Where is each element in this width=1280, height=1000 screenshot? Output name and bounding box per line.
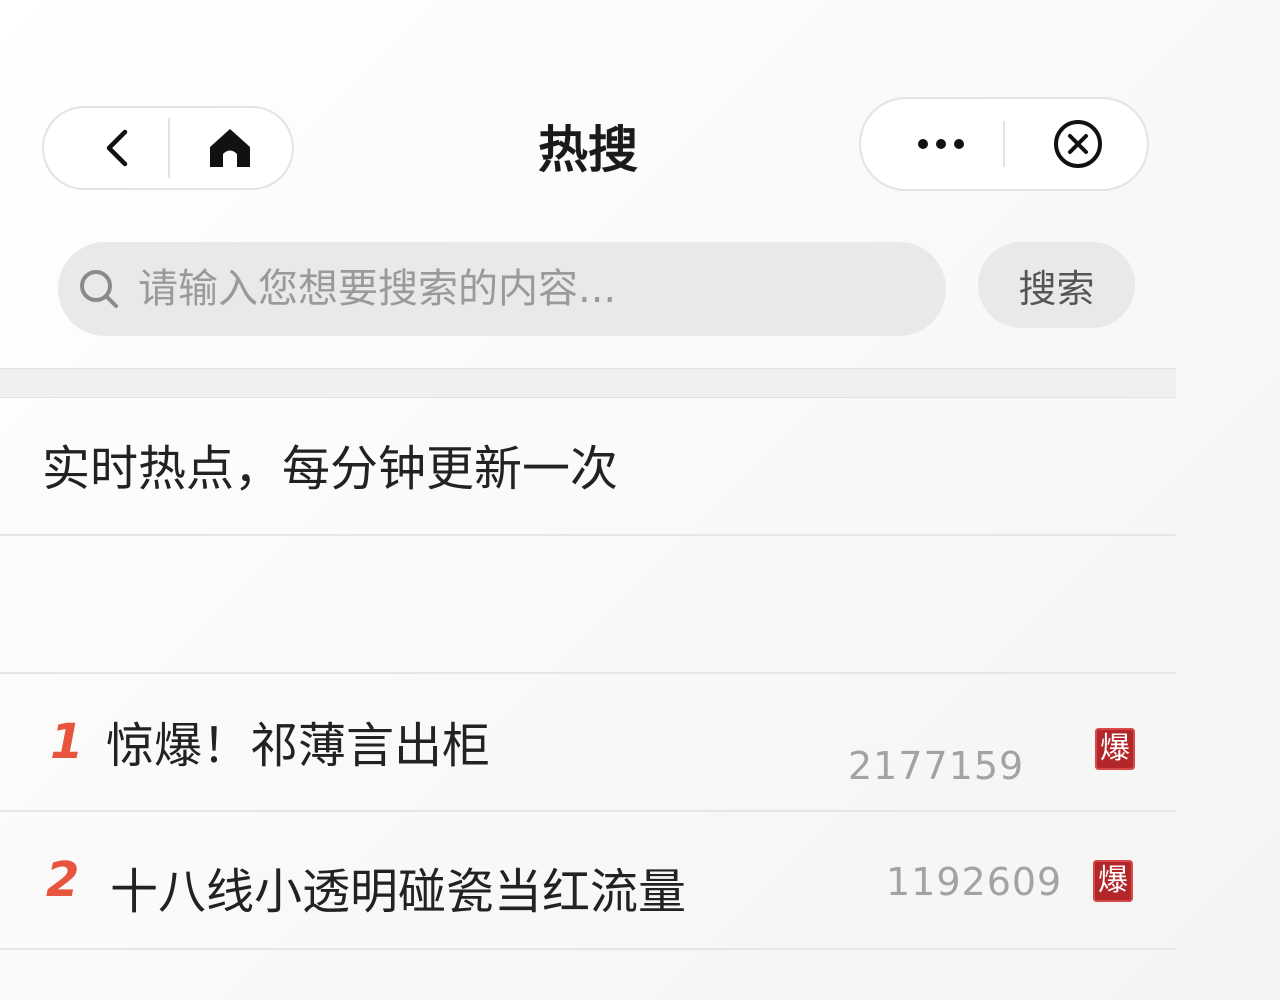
hot-item-title: 惊爆！祁薄言出柜 — [106, 718, 491, 774]
nav-left-capsule — [42, 106, 294, 190]
hot-badge: 爆 — [1093, 860, 1133, 902]
search-icon — [80, 270, 118, 308]
rank-number: 2 — [46, 852, 80, 908]
search-button[interactable]: 搜索 — [978, 242, 1135, 328]
hot-item-count: 1192609 — [886, 860, 1063, 904]
page-title: 热搜 — [538, 121, 638, 179]
hot-search-page: 热搜 搜索 实时热点，每分钟更新一次 — [0, 0, 1280, 1000]
capsule-divider — [168, 118, 170, 178]
hot-list-item[interactable]: 2 十八线小透明碰瓷当红流量 1192609 爆 — [0, 812, 1176, 948]
hot-item-title: 十八线小透明碰瓷当红流量 — [110, 864, 687, 920]
close-circle-icon — [1054, 120, 1102, 168]
hot-item-count: 2177159 — [848, 744, 1025, 788]
hot-list-item[interactable]: 1 惊爆！祁薄言出柜 2177159 爆 — [0, 674, 1176, 810]
rank-number: 1 — [50, 714, 84, 770]
divider — [0, 534, 1176, 536]
more-button[interactable] — [881, 99, 1001, 189]
hot-badge: 爆 — [1095, 728, 1135, 770]
divider — [0, 948, 1176, 950]
refresh-notice: 实时热点，每分钟更新一次 — [42, 441, 619, 497]
home-button[interactable] — [180, 108, 280, 188]
capsule-divider — [1003, 121, 1005, 167]
more-dots-icon — [918, 139, 964, 149]
section-separator — [0, 368, 1176, 398]
search-input[interactable] — [136, 265, 900, 313]
chevron-left-icon — [106, 129, 128, 167]
close-button[interactable] — [1021, 99, 1135, 189]
search-box[interactable] — [58, 242, 946, 336]
home-icon — [210, 129, 250, 167]
back-button[interactable] — [68, 108, 168, 188]
nav-right-capsule — [859, 97, 1149, 191]
